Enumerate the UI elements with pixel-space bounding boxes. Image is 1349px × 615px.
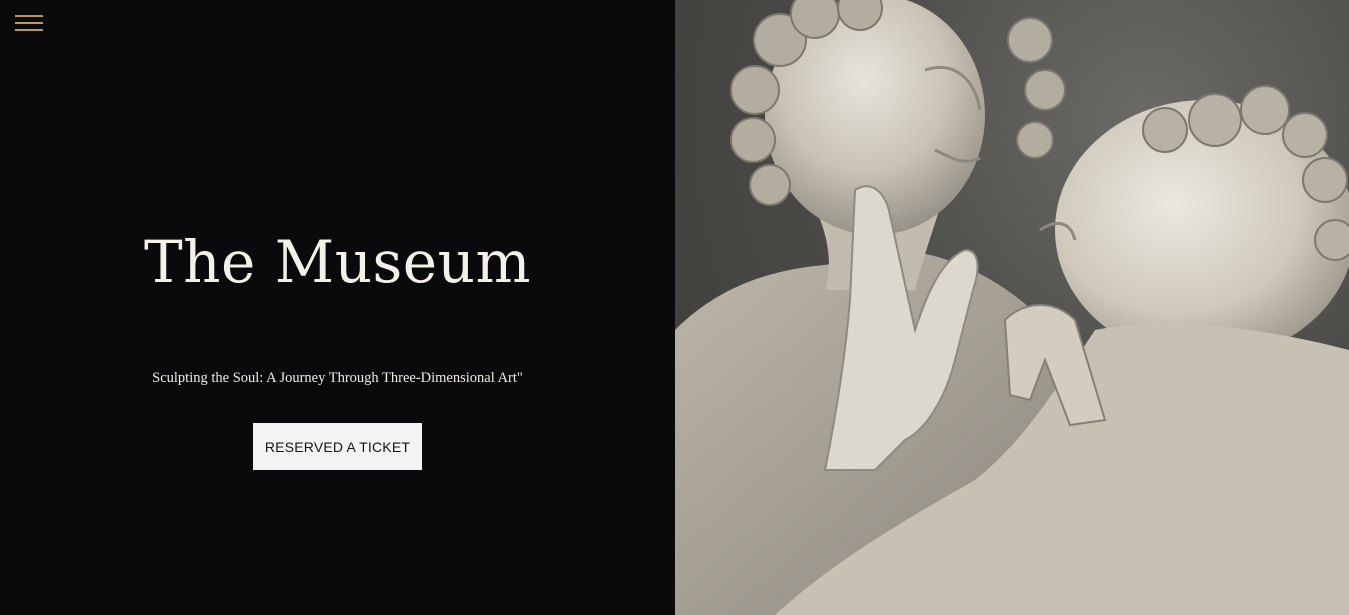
hamburger-menu-icon[interactable] [15, 13, 43, 33]
menu-line [15, 22, 43, 24]
hero-page: The Museum Sculpting the Soul: A Journey… [0, 0, 1349, 615]
menu-line [15, 29, 43, 31]
sculpture-illustration [675, 0, 1349, 615]
reserve-ticket-button[interactable]: RESERVED A TICKET [253, 423, 422, 470]
hero-subtitle: Sculpting the Soul: A Journey Through Th… [152, 370, 523, 386]
menu-line [15, 15, 43, 17]
hero-title: The Museum [144, 228, 531, 296]
hero-left-panel: The Museum Sculpting the Soul: A Journey… [0, 0, 675, 615]
sculpture-photo [675, 0, 1349, 615]
